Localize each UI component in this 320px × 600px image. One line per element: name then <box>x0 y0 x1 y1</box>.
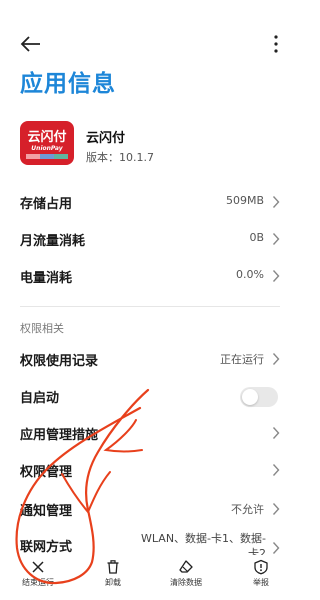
network-mode-label: 联网方式 <box>20 540 73 555</box>
storage-value: 509MB <box>225 194 264 207</box>
app-version: 版本：10.1.7 <box>86 151 154 164</box>
battery-usage-value: 0.0% <box>236 268 264 281</box>
bottom-action-bar: 结束运行 卸载 清除数据 举报 <box>0 555 300 600</box>
battery-usage-row[interactable]: 电量消耗 0.0% <box>0 258 300 294</box>
force-stop-button[interactable]: 结束运行 <box>3 559 73 588</box>
report-label: 举报 <box>253 578 269 587</box>
storage-label: 存储占用 <box>20 197 73 212</box>
notification-management-row[interactable]: 通知管理 不允许 <box>0 491 300 527</box>
top-bar <box>0 30 300 58</box>
chevron-right-icon <box>272 427 280 439</box>
chevron-right-icon <box>272 503 280 515</box>
close-icon <box>32 561 44 573</box>
storage-row[interactable]: 存储占用 509MB <box>0 184 300 220</box>
autostart-row: 自启动 <box>0 378 300 414</box>
clear-data-button[interactable]: 清除数据 <box>151 559 221 588</box>
autostart-toggle[interactable] <box>240 387 278 407</box>
permission-management-row[interactable]: 权限管理 <box>0 452 300 488</box>
autostart-label: 自启动 <box>20 391 60 406</box>
data-usage-value: 0B <box>249 231 264 244</box>
permission-management-label: 权限管理 <box>20 465 73 480</box>
permission-usage-record-value: 正在运行 <box>220 353 264 366</box>
chevron-right-icon <box>272 270 280 282</box>
force-stop-label: 结束运行 <box>22 578 54 587</box>
back-arrow-icon[interactable] <box>18 32 44 56</box>
divider <box>20 306 280 307</box>
clear-data-label: 清除数据 <box>170 578 202 587</box>
notification-management-label: 通知管理 <box>20 504 73 519</box>
chevron-right-icon <box>272 542 280 554</box>
app-icon-text: 云闪付 <box>27 130 67 145</box>
chevron-right-icon <box>272 353 280 365</box>
report-icon <box>254 559 268 575</box>
trash-icon <box>107 560 119 574</box>
eraser-icon <box>179 560 193 573</box>
app-name: 云闪付 <box>86 131 126 146</box>
unionpay-stripe <box>26 154 68 159</box>
permission-usage-record-row[interactable]: 权限使用记录 正在运行 <box>0 341 300 377</box>
chevron-right-icon <box>272 196 280 208</box>
section-title-permissions: 权限相关 <box>20 322 64 335</box>
toggle-knob <box>242 389 258 405</box>
uninstall-button[interactable]: 卸载 <box>78 559 148 588</box>
battery-usage-label: 电量消耗 <box>20 271 73 286</box>
more-vertical-icon[interactable] <box>272 34 280 54</box>
data-usage-label: 月流量消耗 <box>20 234 86 249</box>
app-management-label: 应用管理措施 <box>20 428 99 443</box>
data-usage-row[interactable]: 月流量消耗 0B <box>0 221 300 257</box>
page-title: 应用信息 <box>20 71 116 97</box>
app-icon: 云闪付 UnionPay <box>20 121 74 165</box>
permission-usage-record-label: 权限使用记录 <box>20 354 99 369</box>
report-button[interactable]: 举报 <box>226 559 296 588</box>
chevron-right-icon <box>272 233 280 245</box>
chevron-right-icon <box>272 464 280 476</box>
app-icon-subtext: UnionPay <box>31 145 63 152</box>
notification-management-value: 不允许 <box>231 503 264 516</box>
app-management-row[interactable]: 应用管理措施 <box>0 415 300 451</box>
uninstall-label: 卸载 <box>105 578 121 587</box>
